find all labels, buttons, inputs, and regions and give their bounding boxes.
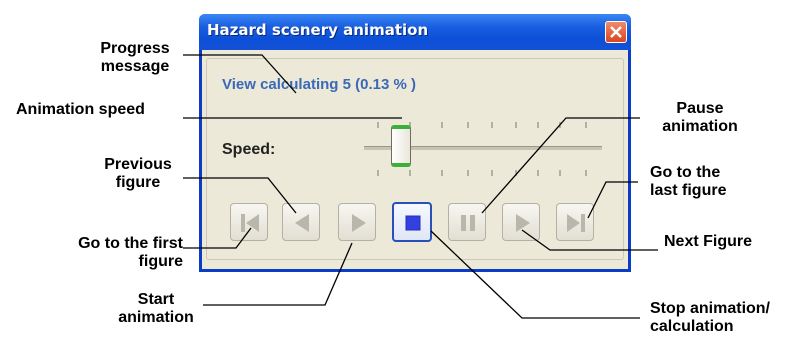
callout-stop-animation: Stop animation/ calculation: [650, 300, 770, 335]
callout-go-to-last: Go to the last figure: [650, 164, 727, 199]
callout-previous-figure: Previous figure: [104, 156, 172, 191]
callout-pause-animation: Pause animation: [662, 100, 738, 135]
callout-next-figure: Next Figure: [664, 233, 753, 250]
callout-animation-speed: Animation speed: [16, 101, 145, 118]
callout-start-animation: Start animation: [118, 291, 194, 326]
callout-progress-message: Progress message: [100, 40, 170, 75]
callout-go-to-first: Go to the first figure: [78, 235, 183, 270]
